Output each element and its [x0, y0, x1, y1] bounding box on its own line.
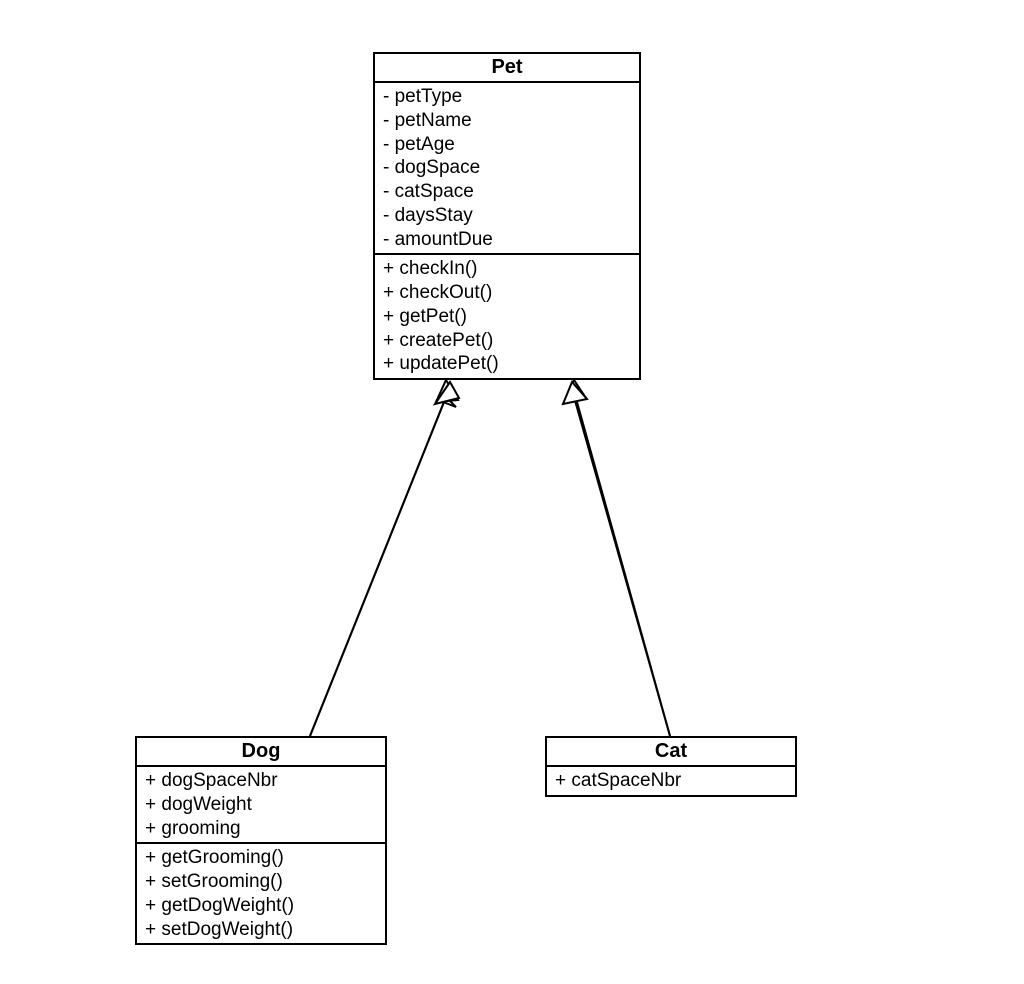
method-row: + getGrooming()	[145, 846, 377, 870]
attribute-row: + catSpaceNbr	[555, 769, 787, 793]
method-row: + setDogWeight()	[145, 918, 377, 942]
class-cat-title: Cat	[547, 738, 795, 767]
arrowhead-dog-pet	[435, 382, 459, 404]
attribute-row: - amountDue	[383, 228, 631, 252]
line-dog-pet	[310, 402, 444, 736]
class-dog: Dog + dogSpaceNbr + dogWeight + grooming…	[135, 736, 387, 945]
method-row: + checkOut()	[383, 281, 631, 305]
class-cat: Cat + catSpaceNbr	[545, 736, 797, 797]
class-pet-title: Pet	[375, 54, 639, 83]
method-row: + createPet()	[383, 329, 631, 353]
class-pet-methods: + checkIn() + checkOut() + getPet() + cr…	[375, 253, 639, 378]
attribute-row: - dogSpace	[383, 156, 631, 180]
attribute-row: - petAge	[383, 133, 631, 157]
arrowhead-cat-pet	[563, 382, 587, 404]
class-dog-title: Dog	[137, 738, 385, 767]
arrowhead-dog	[436, 380, 458, 402]
generalization-cat-to-pet	[574, 397, 670, 736]
method-row: + updatePet()	[383, 352, 631, 376]
method-row: + getPet()	[383, 305, 631, 329]
attribute-row: + dogWeight	[145, 793, 377, 817]
class-pet-attributes: - petType - petName - petAge - dogSpace …	[375, 83, 639, 253]
arrowhead-cat	[564, 380, 586, 402]
attribute-row: - petName	[383, 109, 631, 133]
attribute-row: + grooming	[145, 817, 377, 841]
attribute-row: + dogSpaceNbr	[145, 769, 377, 793]
class-cat-attributes: + catSpaceNbr	[547, 767, 795, 795]
class-dog-attributes: + dogSpaceNbr + dogWeight + grooming	[137, 767, 385, 842]
method-row: + checkIn()	[383, 257, 631, 281]
attribute-row: - petType	[383, 85, 631, 109]
method-row: + setGrooming()	[145, 870, 377, 894]
class-dog-methods: + getGrooming() + setGrooming() + getDog…	[137, 842, 385, 943]
generalization-dog-to-pet	[310, 397, 456, 736]
attribute-row: - daysStay	[383, 204, 631, 228]
method-row: + getDogWeight()	[145, 894, 377, 918]
line-cat-pet	[577, 402, 670, 736]
attribute-row: - catSpace	[383, 180, 631, 204]
class-pet: Pet - petType - petName - petAge - dogSp…	[373, 52, 641, 380]
